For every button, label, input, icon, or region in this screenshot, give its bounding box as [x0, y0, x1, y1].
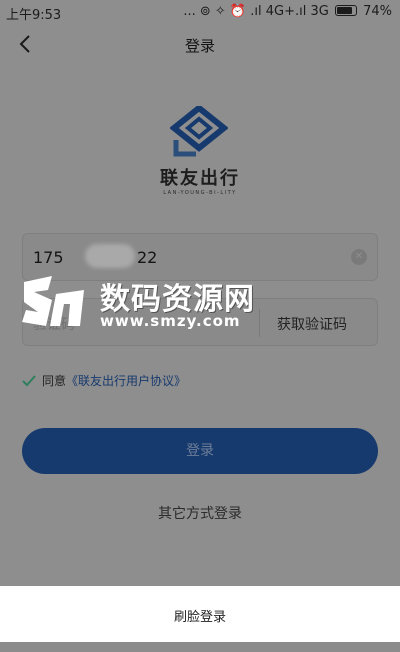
- signal-indicators: ... ⊚ ✧ ⏰ .ıl 4G+.ıl 3G: [183, 4, 329, 19]
- bottom-bar: [0, 642, 400, 652]
- phone-value-suffix: 22: [137, 248, 158, 267]
- watermark: 数码资源网 www.smzy.com: [18, 270, 268, 340]
- agreement-prefix: 同意: [42, 374, 67, 388]
- other-login-link[interactable]: 其它方式登录: [0, 503, 400, 523]
- login-button[interactable]: 登录: [22, 428, 378, 474]
- get-code-button[interactable]: 获取验证码: [277, 314, 347, 334]
- watermark-logo-icon: [22, 276, 84, 326]
- status-indicators: ... ⊚ ✧ ⏰ .ıl 4G+.ıl 3G 74%: [183, 4, 392, 19]
- battery-icon: [334, 5, 357, 16]
- status-bar: 上午9:53 ... ⊚ ✧ ⏰ .ıl 4G+.ıl 3G 74%: [0, 0, 400, 24]
- phone-value-prefix: 175: [33, 248, 64, 267]
- status-time: 上午9:53: [6, 8, 62, 23]
- login-screen: 上午9:53 ... ⊚ ✧ ⏰ .ıl 4G+.ıl 3G 74% 登录 联友…: [0, 0, 400, 586]
- face-login-option[interactable]: 刷脸登录: [0, 606, 400, 625]
- page-title: 登录: [184, 37, 215, 55]
- agreement-link[interactable]: 《联友出行用户协议》: [66, 374, 186, 388]
- brand-name: 联友出行: [160, 168, 240, 189]
- bottom-sheet: 刷脸登录: [0, 586, 400, 642]
- app-logo-icon: [170, 106, 228, 157]
- agreement-row: 同意《联友出行用户协议》: [22, 372, 186, 389]
- brand-subtitle: LAN-YOUNG-BI-LITY: [163, 190, 237, 196]
- phone-mask: [85, 244, 135, 268]
- battery-percent: 74%: [363, 4, 392, 19]
- nav-bar: 登录: [0, 30, 400, 60]
- watermark-url: www.smzy.com: [100, 312, 241, 330]
- clear-icon[interactable]: ✕: [351, 249, 367, 265]
- checkmark-icon[interactable]: [22, 375, 36, 387]
